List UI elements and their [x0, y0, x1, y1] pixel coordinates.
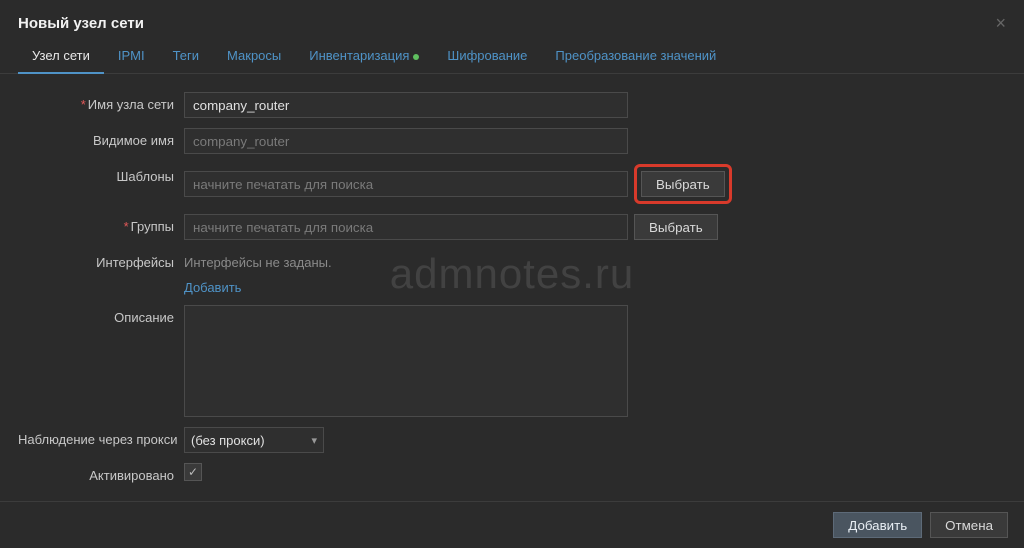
tab-value-mapping[interactable]: Преобразование значений — [541, 40, 730, 73]
tab-encryption[interactable]: Шифрование — [433, 40, 541, 73]
form-body: *Имя узла сети Видимое имя Шаблоны Выбра… — [0, 74, 1024, 499]
label-host-name: *Имя узла сети — [18, 92, 184, 112]
tab-label: Теги — [173, 48, 199, 63]
indicator-dot-icon — [413, 54, 419, 60]
label-visible-name: Видимое имя — [18, 128, 184, 148]
proxy-select[interactable]: (без прокси) ▾ — [184, 427, 324, 453]
add-button[interactable]: Добавить — [833, 512, 922, 538]
tab-ipmi[interactable]: IPMI — [104, 40, 159, 73]
tab-host[interactable]: Узел сети — [18, 40, 104, 73]
host-name-input[interactable] — [184, 92, 628, 118]
description-textarea[interactable] — [184, 305, 628, 417]
highlight-annotation: Выбрать — [634, 164, 732, 204]
label-enabled: Активировано — [18, 463, 184, 483]
enabled-checkbox[interactable]: ✓ — [184, 463, 202, 481]
check-icon: ✓ — [188, 465, 198, 479]
label-interfaces: Интерфейсы — [18, 250, 184, 270]
tab-inventory[interactable]: Инвентаризация — [295, 40, 433, 73]
templates-select-button[interactable]: Выбрать — [641, 171, 725, 197]
templates-input[interactable] — [184, 171, 628, 197]
label-templates: Шаблоны — [18, 164, 184, 184]
groups-select-button[interactable]: Выбрать — [634, 214, 718, 240]
tab-macros[interactable]: Макросы — [213, 40, 295, 73]
proxy-selected-value: (без прокси) — [191, 433, 265, 448]
cancel-button[interactable]: Отмена — [930, 512, 1008, 538]
label-groups: *Группы — [18, 214, 184, 234]
groups-input[interactable] — [184, 214, 628, 240]
dialog-title: Новый узел сети — [18, 15, 144, 32]
label-description: Описание — [18, 305, 184, 325]
dialog-footer: Добавить Отмена — [0, 501, 1024, 548]
close-icon[interactable]: × — [995, 14, 1006, 32]
tab-label: Узел сети — [32, 48, 90, 63]
add-interface-link[interactable]: Добавить — [184, 280, 241, 295]
label-proxy: Наблюдение через прокси — [18, 427, 184, 447]
tabs: Узел сети IPMI Теги Макросы Инвентаризац… — [0, 40, 1024, 74]
tab-label: Преобразование значений — [555, 48, 716, 63]
tab-label: IPMI — [118, 48, 145, 63]
tab-label: Инвентаризация — [309, 48, 409, 63]
interfaces-empty-text: Интерфейсы не заданы. — [184, 250, 332, 270]
chevron-down-icon: ▾ — [311, 434, 317, 447]
tab-tags[interactable]: Теги — [159, 40, 213, 73]
tab-label: Шифрование — [447, 48, 527, 63]
visible-name-input[interactable] — [184, 128, 628, 154]
tab-label: Макросы — [227, 48, 281, 63]
